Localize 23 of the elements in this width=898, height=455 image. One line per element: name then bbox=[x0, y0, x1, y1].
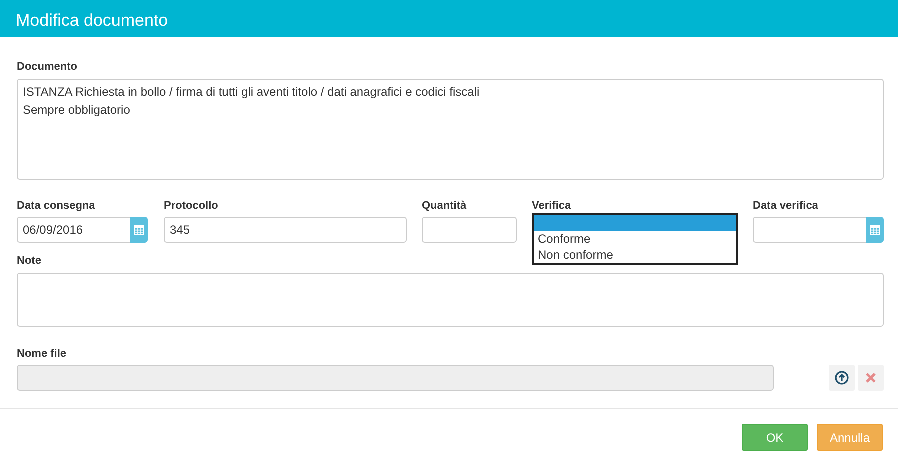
field-label: Documento bbox=[17, 60, 78, 75]
field-label: Quantità bbox=[422, 198, 467, 214]
field-label: Nome file bbox=[17, 346, 67, 362]
notes-textarea[interactable] bbox=[17, 272, 884, 326]
dialog-title: Modifica documento bbox=[16, 11, 168, 30]
field-label: Verifica bbox=[532, 198, 572, 214]
date-field[interactable] bbox=[753, 217, 866, 243]
upload-button[interactable] bbox=[829, 365, 855, 391]
field-label: Protocollo bbox=[164, 198, 218, 214]
text-field[interactable] bbox=[422, 217, 517, 243]
document-textarea[interactable]: ISTANZA Richiesta in bollo / firma di tutti gli aventi titolo / dati anagrafici e codici fiscali Sempre obbligatorio bbox=[17, 78, 884, 180]
calendar-icon[interactable] bbox=[866, 217, 884, 243]
text-field[interactable]: 345 bbox=[164, 217, 407, 243]
close-icon bbox=[865, 372, 877, 384]
field-label: Note bbox=[17, 254, 42, 269]
upload-icon bbox=[835, 371, 849, 385]
dropdown-option[interactable]: Conforme bbox=[534, 230, 736, 246]
calendar-icon[interactable] bbox=[130, 217, 148, 243]
dropdown-option[interactable] bbox=[534, 214, 736, 230]
field-label: Data consegna bbox=[17, 198, 96, 214]
dropdown-option[interactable]: Non conforme bbox=[534, 246, 736, 262]
date-field[interactable]: 06/09/2016 bbox=[17, 217, 130, 243]
field-label: Data verifica bbox=[753, 198, 818, 214]
